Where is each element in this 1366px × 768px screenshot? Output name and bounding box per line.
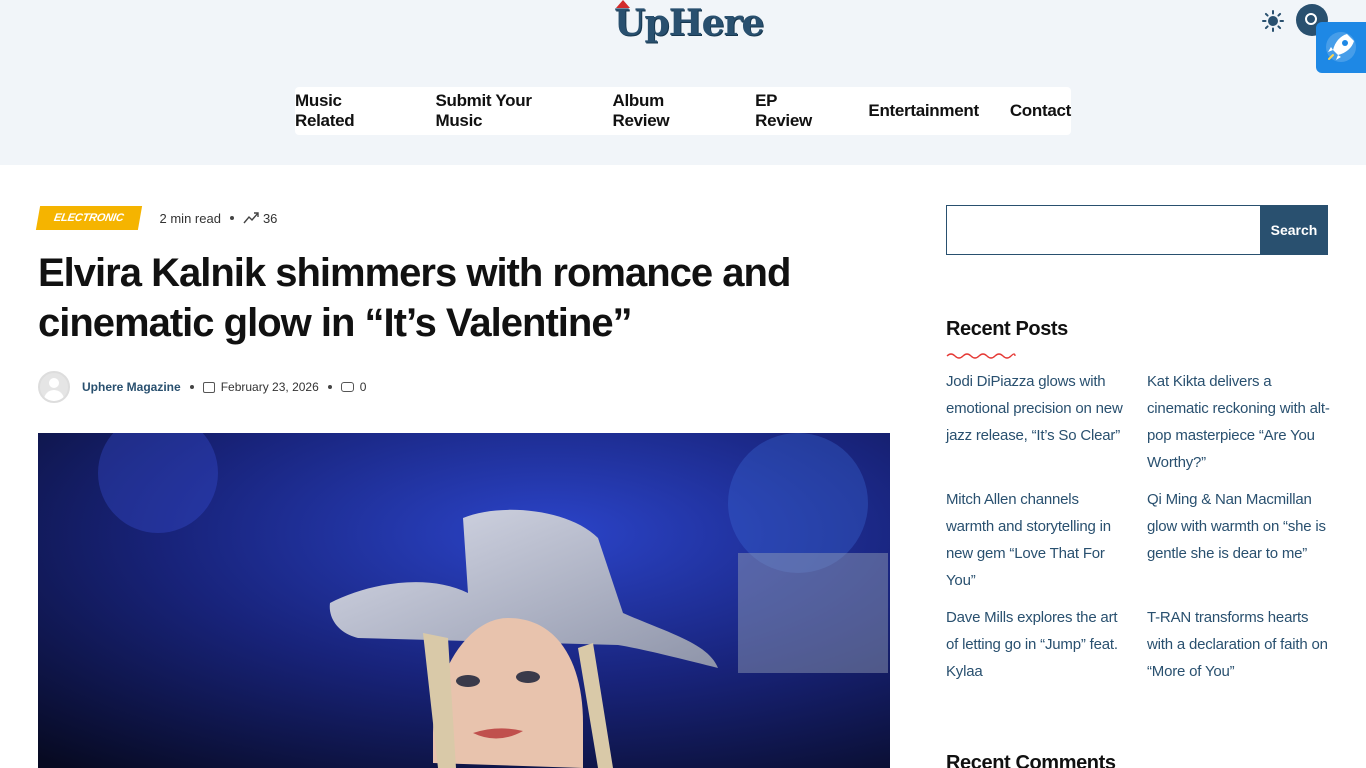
read-time: 2 min read <box>159 210 221 226</box>
site-header: UpHere Music Related Submit Your Music A… <box>0 0 1366 165</box>
nav-item-contact[interactable]: Contact <box>1010 101 1071 121</box>
nav-item-entertainment[interactable]: Entertainment <box>868 101 979 121</box>
recent-comments-heading: Recent Comments <box>946 752 1116 768</box>
sidebar-search: Search <box>946 205 1328 255</box>
comment-icon <box>340 382 354 392</box>
comment-count[interactable]: 0 <box>360 380 367 394</box>
nav-item-album-review[interactable]: Album Review <box>613 91 725 131</box>
nav-item-ep-review[interactable]: EP Review <box>755 91 837 131</box>
recent-post-link[interactable]: Qi Ming & Nan Macmillan glow with warmth… <box>1147 486 1331 594</box>
article-byline: Uphere Magazine February 23, 2026 0 <box>38 371 366 403</box>
trending-icon <box>243 212 259 224</box>
nav-item-submit-your-music[interactable]: Submit Your Music <box>435 91 581 131</box>
recent-post-link[interactable]: Jodi DiPiazza glows with emotional preci… <box>946 368 1126 476</box>
category-badge[interactable]: ELECTRONIC <box>35 206 142 230</box>
separator-dot <box>189 385 194 389</box>
main-nav: Music Related Submit Your Music Album Re… <box>295 87 1071 135</box>
site-logo[interactable]: UpHere <box>614 0 764 44</box>
rocket-icon <box>1326 32 1356 62</box>
article-meta-top: ELECTRONIC 2 min read 36 <box>35 205 277 231</box>
separator-dot <box>327 385 332 389</box>
calendar-icon <box>202 381 215 393</box>
recent-posts-list: Jodi DiPiazza glows with emotional preci… <box>946 368 1330 685</box>
heading-wave-decoration <box>946 353 1016 359</box>
recent-post-link[interactable]: Kat Kikta delivers a cinematic reckoning… <box>1147 368 1331 476</box>
article-title: Elvira Kalnik shimmers with romance and … <box>38 251 791 345</box>
logo-roof-icon <box>616 0 630 8</box>
views-count: 36 <box>243 211 277 226</box>
sun-icon[interactable] <box>1262 10 1284 32</box>
recent-posts-heading: Recent Posts <box>946 318 1068 340</box>
views-value: 36 <box>262 210 278 226</box>
post-date: February 23, 2026 <box>220 380 319 394</box>
featured-image <box>38 433 890 768</box>
recent-post-link[interactable]: Mitch Allen channels warmth and storytel… <box>946 486 1126 594</box>
rocket-button[interactable] <box>1316 22 1366 73</box>
sidebar-search-input[interactable] <box>946 205 1260 255</box>
nav-item-music-related[interactable]: Music Related <box>295 91 404 131</box>
author-link[interactable]: Uphere Magazine <box>82 380 181 394</box>
sidebar-search-button[interactable]: Search <box>1260 205 1328 255</box>
recent-post-link[interactable]: T-RAN transforms hearts with a declarati… <box>1147 604 1331 685</box>
recent-post-link[interactable]: Dave Mills explores the art of letting g… <box>946 604 1126 685</box>
separator-dot <box>229 216 234 220</box>
avatar[interactable] <box>38 371 70 403</box>
